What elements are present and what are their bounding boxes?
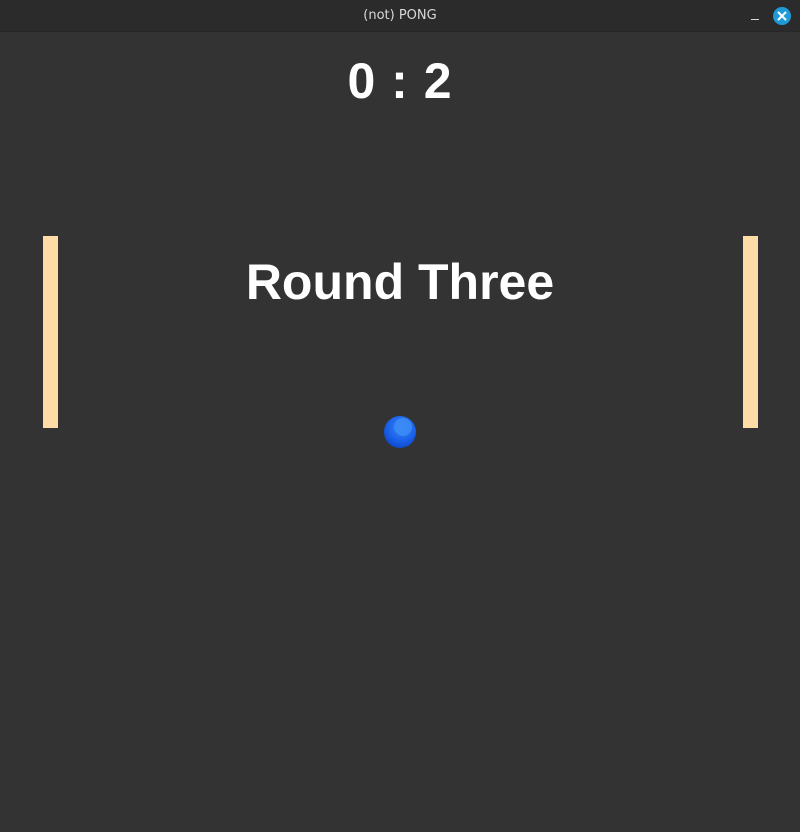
window-title: (not) PONG — [363, 8, 437, 23]
minimize-button[interactable] — [746, 9, 764, 25]
right-paddle — [743, 236, 758, 428]
close-icon — [777, 11, 787, 21]
left-paddle — [43, 236, 58, 428]
score-display: 0 : 2 — [347, 53, 453, 109]
title-bar[interactable]: (not) PONG — [0, 0, 800, 32]
round-label: Round Three — [245, 254, 555, 310]
close-button[interactable] — [773, 7, 791, 25]
game-canvas[interactable]: 0 : 2 Round Three — [0, 32, 800, 832]
ball — [384, 416, 416, 448]
game-window: (not) PONG 0 : 2 Round Three — [0, 0, 800, 832]
